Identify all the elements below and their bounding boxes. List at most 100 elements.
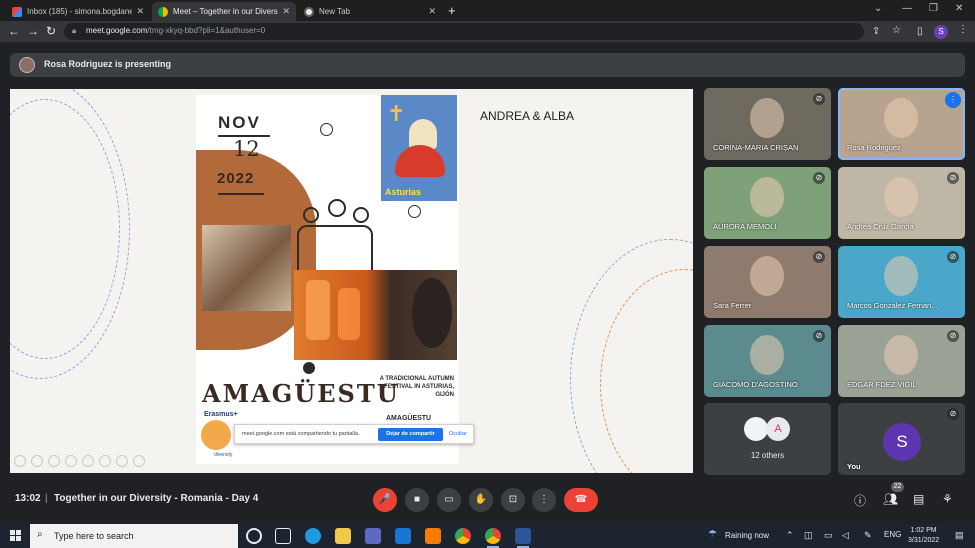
glass-image <box>306 280 330 340</box>
participant-tile[interactable]: ⊘ GIACOMO D'AGOSTINO <box>704 325 831 397</box>
toolbar-icon[interactable] <box>48 455 60 467</box>
bookmark-star-icon[interactable]: ☆ <box>892 25 901 36</box>
notifications-icon[interactable]: ▤ <box>955 530 964 541</box>
address-bar[interactable]: 🔒︎ meet.google.com/tmg-xkyq-bbd?pli=1&au… <box>64 23 901 40</box>
reload-icon[interactable]: ↻ <box>46 24 56 38</box>
participant-video <box>750 177 784 217</box>
participant-tile[interactable]: ⊘ CORINA-MARIA CRIȘAN <box>704 88 831 160</box>
others-count-label: 12 others <box>750 451 785 460</box>
share-icon[interactable]: ⇪ <box>872 26 880 37</box>
participant-tile[interactable]: ⊘ AURORA MEMOLI <box>704 167 831 239</box>
lock-icon[interactable]: 🔒︎ <box>72 26 76 36</box>
toolbar-icon[interactable] <box>82 455 94 467</box>
toolbar-icon[interactable] <box>14 455 26 467</box>
camera-icon: ■ <box>413 494 421 505</box>
file-explorer-icon[interactable] <box>335 528 351 544</box>
raise-hand-button[interactable]: ✋ <box>469 488 493 512</box>
store-icon[interactable] <box>365 528 381 544</box>
tab-search-icon[interactable]: ⌄ <box>874 3 882 14</box>
participant-video <box>884 177 918 217</box>
participant-tile[interactable]: ⊘ EDGAR FDEZ VIGIL <box>838 325 965 397</box>
meeting-details-icon[interactable]: ⓘ <box>854 492 866 509</box>
chat-icon[interactable]: ▤ <box>913 492 924 506</box>
clock[interactable]: 1:02 PM 3/31/2022 <box>908 526 939 546</box>
mic-off-icon: ⊘ <box>813 93 825 105</box>
close-icon[interactable]: ✕ <box>428 6 436 17</box>
end-call-button[interactable]: ☎ <box>564 488 598 512</box>
mail-icon[interactable] <box>395 528 411 544</box>
volume-icon[interactable]: ◁ <box>842 530 849 541</box>
present-button[interactable]: ⊡ <box>501 488 525 512</box>
slide-title: AMAGÜESTU <box>202 379 400 408</box>
camera-icon[interactable]: ◫ <box>804 530 813 541</box>
hand-icon: ✋ <box>474 494 488 505</box>
slide-day: 12 <box>233 137 260 161</box>
tab-label: New Tab <box>319 7 350 16</box>
captions-button[interactable]: ▭ <box>437 488 461 512</box>
participant-video <box>884 256 918 296</box>
captions-icon: ▭ <box>444 494 454 505</box>
forward-icon[interactable]: → <box>27 24 39 38</box>
chevron-up-icon[interactable]: ⌃ <box>786 530 794 541</box>
participant-tile[interactable]: ⊘ Marcos Gonzalez Fernan... <box>838 246 965 318</box>
back-icon[interactable]: ← <box>8 24 20 38</box>
mic-off-icon: ⊘ <box>813 172 825 184</box>
weather-icon[interactable]: ☂ <box>708 529 717 540</box>
edge-icon[interactable] <box>305 528 321 544</box>
tab-new-tab[interactable]: New Tab ✕ <box>298 2 442 21</box>
new-tab-button[interactable]: + <box>448 3 456 18</box>
chrome-profile-icon[interactable] <box>485 528 501 548</box>
taskbar: ⌕ Type here to search ☂ Raining now ⌃ ◫ … <box>0 524 975 548</box>
cortana-icon[interactable] <box>246 528 262 544</box>
maximize-icon[interactable]: ❐ <box>929 3 938 14</box>
toolbar-icon[interactable] <box>133 455 145 467</box>
camera-button[interactable]: ■ <box>405 488 429 512</box>
settings-icon[interactable] <box>425 528 441 544</box>
participant-name: AURORA MEMOLI <box>713 222 777 231</box>
taskbar-search-box[interactable]: ⌕ Type here to search <box>30 524 238 548</box>
self-tile[interactable]: ⊘ S You <box>838 403 965 475</box>
language-indicator[interactable]: ENG <box>884 530 901 539</box>
close-icon[interactable]: ✕ <box>282 6 290 17</box>
toolbar-icon[interactable] <box>99 455 111 467</box>
microphone-off-button[interactable]: 🎤 <box>373 488 397 512</box>
hide-button[interactable]: Ocultar <box>449 431 467 437</box>
window-close-icon[interactable]: ✕ <box>955 3 963 14</box>
participant-tile[interactable]: ⊘ Sara Ferrer <box>704 246 831 318</box>
weather-text[interactable]: Raining now <box>725 531 769 540</box>
others-tile[interactable]: A 12 others <box>704 403 831 475</box>
tab-label: Meet – Together in our Diversi... <box>173 7 279 16</box>
toolbar-icon[interactable] <box>116 455 128 467</box>
stop-sharing-button[interactable]: Dejar de compartir <box>378 428 443 441</box>
share-notice-text: meet.google.com está compartiendo tu pan… <box>242 431 360 437</box>
toolbar-icon[interactable] <box>65 455 77 467</box>
people-icon[interactable]: 👥︎ <box>883 492 898 506</box>
more-options-button[interactable]: ⋮ <box>532 488 556 512</box>
word-icon[interactable] <box>515 528 531 548</box>
tab-meet[interactable]: Meet – Together in our Diversi... ✕ <box>152 2 296 21</box>
meeting-clock: 13:02 <box>15 493 41 504</box>
participant-name: Marcos Gonzalez Fernan... <box>847 301 938 310</box>
pen-icon[interactable]: ✎ <box>864 530 872 541</box>
participant-tile[interactable]: ⋮ Rosa Rodriguez <box>838 88 965 160</box>
participant-name: Sara Ferrer <box>713 301 752 310</box>
slide-year: 2022 <box>217 170 255 187</box>
minimize-icon[interactable]: — <box>902 3 912 14</box>
network-icon[interactable]: ▭ <box>824 530 833 541</box>
mic-off-icon: ⊘ <box>947 251 959 263</box>
activities-icon[interactable]: ⚘ <box>942 492 953 506</box>
sidebar-icon[interactable]: ▯ <box>917 26 923 37</box>
shared-screen[interactable]: NOV 12 2022 ✝ Asturias AMAGÜESTU A TRADI… <box>10 89 693 473</box>
toolbar-icon[interactable] <box>31 455 43 467</box>
windows-start-icon[interactable] <box>10 530 22 542</box>
browser-toolbar: ← → ↻ 🔒︎ meet.google.com/tmg-xkyq-bbd?pl… <box>0 21 975 42</box>
tab-gmail[interactable]: Inbox (185) - simona.bogdanesc... ✕ <box>6 2 150 21</box>
task-view-icon[interactable] <box>275 528 291 544</box>
menu-vert-icon[interactable]: ⋮ <box>958 24 968 35</box>
profile-avatar[interactable]: S <box>934 25 948 39</box>
chrome-icon[interactable] <box>455 528 471 544</box>
people-icon <box>353 207 369 223</box>
participant-tile[interactable]: ⊘ Andrea Cruz García <box>838 167 965 239</box>
close-icon[interactable]: ✕ <box>136 6 144 17</box>
slide-month: NOV <box>218 113 261 132</box>
